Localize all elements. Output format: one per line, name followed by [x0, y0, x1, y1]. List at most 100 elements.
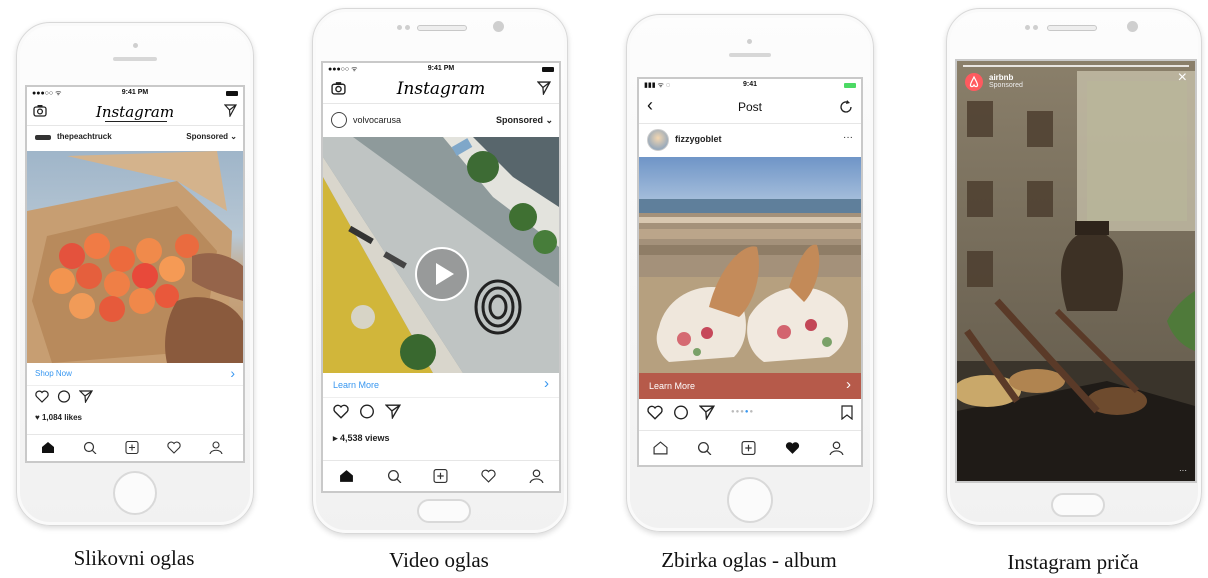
add-post-icon[interactable]: [125, 441, 139, 454]
story-progress-bar: [963, 65, 1189, 67]
story-username[interactable]: airbnb: [989, 73, 1013, 82]
speaker: [729, 53, 771, 57]
home-button[interactable]: [417, 499, 471, 523]
learn-more-button[interactable]: Learn More ›: [323, 373, 559, 398]
post-header: fizzygoblet ···: [639, 125, 861, 155]
add-post-icon[interactable]: [741, 441, 756, 455]
share-icon[interactable]: [79, 390, 93, 403]
home-icon[interactable]: [339, 469, 354, 483]
story-photo: [957, 61, 1195, 481]
phone-video-ad: ●●●○○ ᯤ 9:41 PM Instagram volvocarusa Sp…: [312, 8, 568, 534]
home-button[interactable]: [727, 477, 773, 523]
activity-heart-icon[interactable]: [785, 441, 800, 455]
cta-arrow-icon: ›: [544, 375, 549, 392]
shop-now-button[interactable]: Shop Now ›: [27, 363, 243, 386]
cta-arrow-icon: ›: [230, 365, 235, 381]
close-icon[interactable]: ×: [1178, 69, 1187, 87]
sensor: [1033, 25, 1038, 30]
bookmark-icon[interactable]: [841, 405, 853, 420]
page-title: Post: [737, 100, 762, 114]
search-icon[interactable]: [387, 469, 402, 483]
search-icon[interactable]: [83, 441, 97, 454]
home-icon[interactable]: [653, 441, 668, 455]
caption-carousel-ad: Zbirka oglas - album: [661, 548, 837, 572]
learn-more-button[interactable]: Learn More ›: [639, 373, 861, 399]
phone-story-ad: airbnb Sponsored × ···: [946, 8, 1202, 526]
carousel-page-dots: ●●●●●: [731, 409, 755, 415]
home-icon[interactable]: [41, 441, 55, 454]
like-icon[interactable]: [333, 404, 349, 419]
story-sponsored-label: Sponsored: [989, 82, 1023, 89]
comment-icon[interactable]: [57, 390, 71, 403]
screen-story-ad: airbnb Sponsored × ···: [955, 59, 1197, 483]
sponsored-label[interactable]: Sponsored ⌄: [496, 115, 553, 126]
front-camera: [133, 43, 138, 48]
sensor: [405, 25, 410, 30]
avatar[interactable]: [331, 112, 347, 128]
profile-icon[interactable]: [529, 469, 544, 483]
cta-label: Learn More: [649, 381, 696, 391]
battery-icon: [226, 91, 238, 96]
caption-video-ad: Video oglas: [389, 548, 489, 572]
action-bar: ●●●●●: [639, 401, 861, 425]
battery-icon: [844, 83, 856, 88]
action-bar: [27, 387, 243, 407]
activity-heart-icon[interactable]: [481, 469, 496, 483]
screen-video-ad: ●●●○○ ᯤ 9:41 PM Instagram volvocarusa Sp…: [321, 61, 561, 493]
more-options-icon[interactable]: ···: [1179, 466, 1187, 475]
caption-story-ad: Instagram priča: [1007, 550, 1139, 574]
comment-icon[interactable]: [359, 404, 375, 419]
post-header: volvocarusa Sponsored ⌄: [323, 105, 559, 135]
like-icon[interactable]: [35, 390, 49, 403]
phone-image-ad: ●●●○○ ᯤ 9:41 PM Instagram thepeachtruck …: [16, 22, 254, 526]
battery-icon: [542, 67, 554, 72]
video-aerial-street: [323, 137, 559, 373]
status-time: 9:41: [742, 81, 757, 88]
bottom-nav: [639, 430, 861, 465]
bottom-nav: [323, 460, 559, 491]
post-nav-header: ‹ Post: [639, 91, 861, 124]
home-button[interactable]: [113, 471, 157, 515]
caption-image-ad: Slikovni oglas: [73, 546, 195, 570]
instagram-logo: Instagram: [95, 103, 175, 121]
comment-icon[interactable]: [673, 405, 689, 420]
sponsored-label[interactable]: Sponsored ⌄: [186, 132, 237, 141]
avatar[interactable]: [647, 129, 669, 151]
status-time: 9:41 PM: [427, 65, 455, 72]
profile-icon[interactable]: [209, 441, 223, 454]
username[interactable]: fizzygoblet: [675, 134, 722, 144]
share-icon[interactable]: [385, 404, 401, 419]
phone-carousel-ad: ▮▮▮ ᯤ ◌ 9:41 ‹ Post fizzygoblet ··· Lear…: [626, 14, 874, 532]
more-options-icon[interactable]: ···: [843, 132, 853, 143]
share-icon[interactable]: [699, 405, 715, 420]
shoes-photo: [639, 157, 861, 373]
activity-heart-icon[interactable]: [167, 441, 181, 454]
username[interactable]: thepeachtruck: [57, 132, 112, 141]
status-time: 9:41 PM: [121, 89, 149, 96]
front-camera: [747, 39, 752, 44]
cta-label: Learn More: [333, 380, 380, 390]
action-bar: [323, 401, 559, 423]
search-icon[interactable]: [697, 441, 712, 455]
airbnb-logo-icon[interactable]: [965, 73, 983, 91]
likes-count: ♥ 1,084 likes: [35, 413, 83, 422]
speaker: [417, 25, 467, 31]
profile-icon[interactable]: [829, 441, 844, 455]
home-button[interactable]: [1051, 493, 1105, 517]
front-camera-lens: [493, 21, 504, 32]
username[interactable]: volvocarusa: [353, 115, 401, 125]
like-icon[interactable]: [647, 405, 663, 420]
direct-message-icon[interactable]: [537, 81, 551, 95]
play-button[interactable]: [415, 247, 469, 301]
speaker: [1047, 25, 1097, 31]
direct-message-icon[interactable]: [224, 104, 237, 117]
instagram-logo: Instagram: [396, 79, 486, 99]
refresh-icon[interactable]: [839, 100, 853, 114]
speaker: [113, 57, 157, 61]
views-count: ▸ 4,538 views: [333, 433, 390, 443]
app-header: Instagram: [27, 99, 243, 126]
truck-icon: [35, 135, 51, 140]
cta-label: Shop Now: [35, 369, 72, 378]
bottom-nav: [27, 434, 243, 461]
add-post-icon[interactable]: [433, 469, 448, 483]
